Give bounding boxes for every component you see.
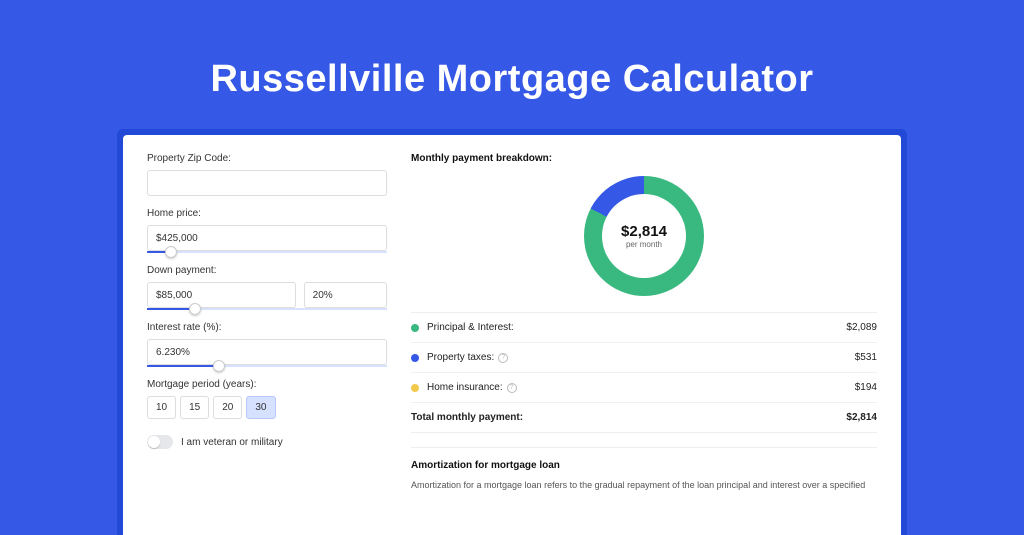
interest-rate-slider-fill bbox=[147, 365, 219, 367]
dot-icon bbox=[411, 354, 419, 362]
amortization-section: Amortization for mortgage loan Amortizat… bbox=[411, 447, 877, 492]
donut-wrap: $2,814 per month bbox=[411, 176, 877, 296]
row-home-insurance: Home insurance: ? $194 bbox=[411, 373, 877, 403]
period-option-30[interactable]: 30 bbox=[246, 396, 275, 419]
row-total: Total monthly payment: $2,814 bbox=[411, 403, 877, 433]
inputs-column: Property Zip Code: Home price: Down paym… bbox=[147, 153, 387, 535]
amortization-text: Amortization for a mortgage loan refers … bbox=[411, 479, 877, 492]
home-price-group: Home price: bbox=[147, 208, 387, 253]
down-payment-percent-input[interactable] bbox=[304, 282, 387, 308]
row-label: Home insurance: ? bbox=[427, 382, 855, 393]
breakdown-title: Monthly payment breakdown: bbox=[411, 153, 877, 164]
row-value: $2,089 bbox=[846, 322, 877, 333]
calculator-card: Property Zip Code: Home price: Down paym… bbox=[123, 135, 901, 535]
donut-chart: $2,814 per month bbox=[584, 176, 704, 296]
interest-rate-input[interactable] bbox=[147, 339, 387, 365]
info-icon[interactable]: ? bbox=[507, 383, 517, 393]
info-icon[interactable]: ? bbox=[498, 353, 508, 363]
veteran-toggle-knob bbox=[148, 436, 160, 448]
row-value: $194 bbox=[855, 382, 877, 393]
home-price-slider-thumb[interactable] bbox=[165, 246, 177, 258]
down-payment-slider[interactable] bbox=[147, 308, 387, 310]
dot-icon bbox=[411, 384, 419, 392]
row-value: $531 bbox=[855, 352, 877, 363]
row-property-taxes: Property taxes: ? $531 bbox=[411, 343, 877, 373]
interest-rate-slider[interactable] bbox=[147, 365, 387, 367]
period-option-10[interactable]: 10 bbox=[147, 396, 176, 419]
interest-rate-group: Interest rate (%): bbox=[147, 322, 387, 367]
interest-rate-label: Interest rate (%): bbox=[147, 322, 387, 333]
page-title: Russellville Mortgage Calculator bbox=[117, 58, 907, 101]
calculator-card-frame: Property Zip Code: Home price: Down paym… bbox=[117, 129, 907, 535]
dot-icon bbox=[411, 324, 419, 332]
down-payment-label: Down payment: bbox=[147, 265, 387, 276]
breakdown-rows: Principal & Interest: $2,089 Property ta… bbox=[411, 312, 877, 433]
period-option-20[interactable]: 20 bbox=[213, 396, 242, 419]
interest-rate-slider-thumb[interactable] bbox=[213, 360, 225, 372]
zip-input[interactable] bbox=[147, 170, 387, 196]
down-payment-slider-fill bbox=[147, 308, 195, 310]
home-price-input[interactable] bbox=[147, 225, 387, 251]
breakdown-column: Monthly payment breakdown: $2,814 per mo… bbox=[411, 153, 877, 535]
home-price-label: Home price: bbox=[147, 208, 387, 219]
zip-group: Property Zip Code: bbox=[147, 153, 387, 196]
down-payment-slider-thumb[interactable] bbox=[189, 303, 201, 315]
row-principal-interest: Principal & Interest: $2,089 bbox=[411, 313, 877, 343]
amortization-title: Amortization for mortgage loan bbox=[411, 460, 877, 471]
veteran-label: I am veteran or military bbox=[181, 437, 283, 448]
row-label: Property taxes: ? bbox=[427, 352, 855, 363]
row-label: Principal & Interest: bbox=[427, 322, 846, 333]
donut-amount: $2,814 bbox=[621, 223, 667, 240]
home-price-slider[interactable] bbox=[147, 251, 387, 253]
row-label: Total monthly payment: bbox=[411, 412, 846, 423]
period-options: 10 15 20 30 bbox=[147, 396, 387, 419]
down-payment-group: Down payment: bbox=[147, 265, 387, 310]
zip-label: Property Zip Code: bbox=[147, 153, 387, 164]
veteran-row: I am veteran or military bbox=[147, 435, 387, 449]
period-group: Mortgage period (years): 10 15 20 30 bbox=[147, 379, 387, 419]
row-value: $2,814 bbox=[846, 412, 877, 423]
donut-center: $2,814 per month bbox=[602, 194, 686, 278]
down-payment-amount-input[interactable] bbox=[147, 282, 296, 308]
period-label: Mortgage period (years): bbox=[147, 379, 387, 390]
donut-subtext: per month bbox=[626, 240, 662, 249]
period-option-15[interactable]: 15 bbox=[180, 396, 209, 419]
veteran-toggle[interactable] bbox=[147, 435, 173, 449]
